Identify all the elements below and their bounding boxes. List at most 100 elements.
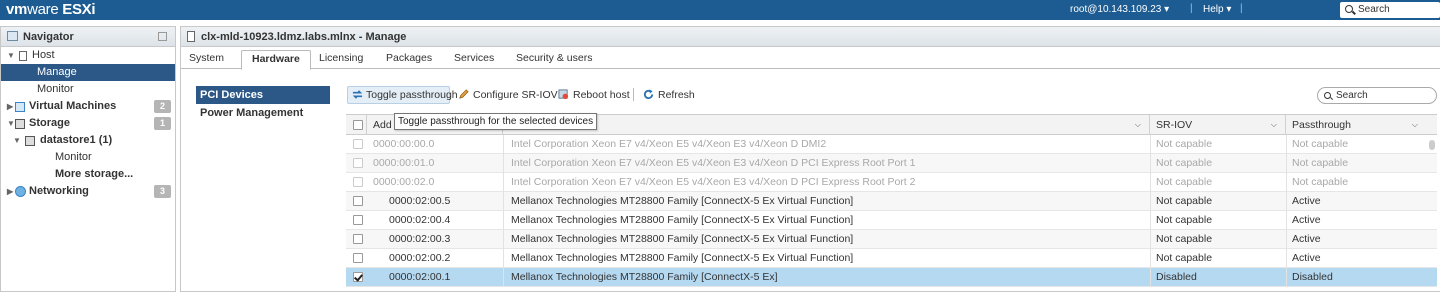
reboot-host-button[interactable]: Reboot host [573,89,630,101]
help-menu[interactable]: Help ▾ [1203,4,1231,15]
column-divider [503,173,504,192]
tab-services[interactable]: Services [454,52,494,64]
column-divider [1286,211,1287,230]
tab-bar: System Hardware Licensing Packages Servi… [181,47,1440,70]
page-title: clx-mld-10923.ldmz.labs.mlnx - Manage [181,27,1440,47]
nav-item-host[interactable]: ▼ Host [1,47,175,64]
chevron-right-icon[interactable]: ▶ [7,183,13,200]
cell-passthrough: Not capable [1292,138,1349,150]
submenu-power-management[interactable]: Power Management [196,104,330,122]
column-divider [1150,192,1151,211]
tab-system[interactable]: System [189,52,224,64]
count-badge: 3 [153,185,171,198]
search-icon [1345,5,1353,13]
column-divider [503,230,504,249]
nav-item-networking[interactable]: ▶ Networking 3 [1,183,175,200]
cell-description: Intel Corporation Xeon E7 v4/Xeon E5 v4/… [511,138,827,150]
cell-description: Mellanox Technologies MT28800 Family [Co… [511,233,854,245]
tab-security-users[interactable]: Security & users [516,52,592,64]
row-checkbox[interactable] [353,234,363,244]
nav-item-datastore1[interactable]: ▼ datastore1 (1) [1,132,175,149]
table-row[interactable]: 0000:02:00.1 Mellanox Technologies MT2880… [346,268,1437,287]
column-divider [1286,249,1287,268]
nav-item-monitor[interactable]: Monitor [1,81,175,98]
column-divider [1150,135,1151,154]
table-row[interactable]: 0000:02:00.5 Mellanox Technologies MT2880… [346,192,1437,211]
collapse-panel-icon[interactable] [158,32,167,41]
table-row[interactable]: 0000:02:00.2 Mellanox Technologies MT2880… [346,249,1437,268]
host-icon [19,51,27,61]
select-all-header[interactable] [346,115,367,135]
toggle-passthrough-icon [352,90,363,99]
navigator-icon [7,31,18,41]
refresh-button[interactable]: Refresh [658,89,695,101]
chevron-right-icon[interactable]: ▶ [7,98,13,115]
cell-sriov: Not capable [1156,157,1213,169]
cell-address: 0000:02:00.5 [389,195,451,207]
cell-passthrough: Active [1292,233,1321,245]
toggle-passthrough-label[interactable]: Toggle passthrough [366,89,458,101]
row-checkbox[interactable] [353,253,363,263]
cell-description: Mellanox Technologies MT28800 Family [Co… [511,271,778,283]
cell-description: Intel Corporation Xeon E7 v4/Xeon E5 v4/… [511,176,916,188]
chevron-down-icon[interactable]: ▼ [13,132,21,149]
nav-item-datastore-monitor[interactable]: Monitor [1,149,175,166]
global-search-input[interactable]: Search [1340,2,1440,18]
tab-hardware[interactable]: Hardware [241,50,311,70]
column-divider [503,192,504,211]
nav-item-more-storage[interactable]: More storage... [1,166,175,183]
column-header-description[interactable]: ⌵ [503,115,1150,135]
refresh-icon [643,89,654,100]
table-row[interactable]: 0000:00:01.0 Intel Corporation Xeon E7 v4… [346,154,1437,173]
cell-description: Mellanox Technologies MT28800 Family [Co… [511,195,854,207]
configure-sriov-button[interactable]: Configure SR-IOV [473,89,558,101]
tab-licensing[interactable]: Licensing [319,52,363,64]
divider: | [1240,3,1243,14]
cell-sriov: Not capable [1156,252,1213,264]
hardware-submenu: PCI Devices Power Management [196,86,330,122]
cell-description: Mellanox Technologies MT28800 Family [Co… [511,252,854,264]
column-divider [1286,230,1287,249]
tab-packages[interactable]: Packages [386,52,432,64]
row-checkbox [353,158,363,168]
column-divider [1286,135,1287,154]
virtual-machine-icon [15,102,25,112]
column-divider [1150,268,1151,287]
cell-passthrough: Not capable [1292,176,1349,188]
submenu-pci-devices[interactable]: PCI Devices [196,86,330,104]
datastore-icon [25,136,35,146]
column-divider [1150,249,1151,268]
chevron-down-icon[interactable]: ⌵ [1412,115,1418,135]
column-divider [1286,192,1287,211]
cell-address: 0000:02:00.3 [389,233,451,245]
column-header-sriov[interactable]: SR-IOV ⌵ [1150,115,1286,135]
nav-item-storage[interactable]: ▼ Storage 1 [1,115,175,132]
cell-passthrough: Active [1292,252,1321,264]
row-checkbox[interactable] [353,215,363,225]
nav-item-virtual-machines[interactable]: ▶ Virtual Machines 2 [1,98,175,115]
column-header-passthrough[interactable]: Passthrough ⌵ [1286,115,1426,135]
row-checkbox[interactable] [353,272,363,282]
chevron-down-icon[interactable]: ⌵ [1271,115,1277,135]
chevron-down-icon[interactable]: ▼ [7,47,15,64]
user-menu[interactable]: root@10.143.109.23 ▾ [1070,4,1169,15]
chevron-down-icon[interactable]: ⌵ [1135,115,1141,135]
table-row[interactable]: 0000:02:00.3 Mellanox Technologies MT2880… [346,230,1437,249]
table-row[interactable]: 0000:00:00.0 Intel Corporation Xeon E7 v4… [346,135,1437,154]
table-scrollbar[interactable] [1429,140,1435,150]
select-all-checkbox[interactable] [353,120,363,130]
table-search-input[interactable]: Search [1317,87,1437,104]
cell-address: 0000:00:00.0 [373,138,435,150]
network-icon [15,186,26,197]
column-divider [1150,230,1151,249]
row-checkbox[interactable] [353,196,363,206]
chevron-down-icon[interactable]: ▼ [7,115,15,132]
table-row[interactable]: 0000:00:02.0 Intel Corporation Xeon E7 v4… [346,173,1437,192]
column-divider [503,249,504,268]
column-divider [1150,173,1151,192]
table-row[interactable]: 0000:02:00.4 Mellanox Technologies MT2880… [346,211,1437,230]
column-divider [503,211,504,230]
nav-item-manage[interactable]: Manage [1,64,175,81]
cell-address: 0000:02:00.1 [389,271,451,283]
host-icon [187,31,195,42]
